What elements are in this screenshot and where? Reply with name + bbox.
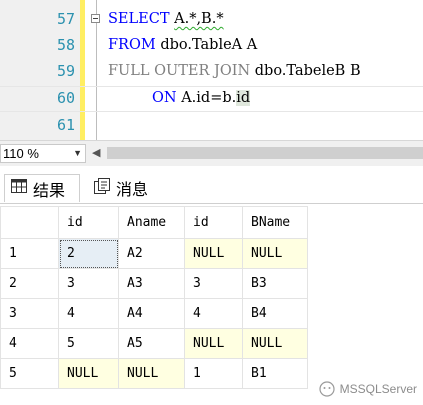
row-number[interactable]: 1	[0, 238, 59, 269]
zoom-dropdown[interactable]: 110 % ▼	[0, 144, 86, 163]
line-number: 57	[56, 10, 75, 28]
on-expression: A.id=b.	[181, 90, 237, 106]
tab-results-label: 结果	[33, 182, 66, 200]
keyword-select: SELECT	[108, 11, 170, 27]
watermark-text: MSSQLServer	[339, 382, 417, 396]
table-cell[interactable]: 3	[58, 268, 119, 299]
horizontal-scrollbar[interactable]	[107, 147, 423, 159]
row-header-corner[interactable]	[0, 206, 59, 239]
row-number[interactable]: 2	[0, 268, 59, 299]
column-header[interactable]: BName	[242, 206, 308, 239]
results-table: id Aname id BName 1 2 A2 NULL NULL 2 3 A…	[0, 206, 308, 389]
wechat-logo-icon	[319, 381, 335, 397]
table-row: 3 4 A4 4 B4	[0, 298, 308, 329]
code-line: 59 FULL OUTER JOIN dbo.TabeleB B	[0, 60, 423, 86]
code-line: 61	[0, 114, 423, 140]
line-number: 60	[56, 89, 75, 107]
chevron-down-icon[interactable]: ▼	[73, 145, 82, 162]
table-cell[interactable]: 2	[58, 238, 119, 269]
messages-icon	[94, 177, 110, 199]
tab-messages[interactable]: 消息	[88, 174, 174, 202]
results-tabs: 结果 消息	[0, 170, 423, 204]
watermark: MSSQLServer	[319, 381, 417, 397]
row-number[interactable]: 5	[0, 358, 59, 389]
code-line: 57 SELECT A.*,B.*	[0, 8, 423, 34]
table-cell[interactable]: NULL	[118, 358, 185, 389]
tab-results[interactable]: 结果	[4, 174, 80, 202]
code-line: 58 FROM dbo.TableA A	[0, 34, 423, 60]
table-row: 1 2 A2 NULL NULL	[0, 238, 308, 269]
grid-icon	[11, 179, 27, 198]
table-cell[interactable]: 5	[58, 328, 119, 359]
table-row: 4 5 A5 NULL NULL	[0, 328, 308, 359]
table-cell[interactable]: NULL	[184, 328, 243, 359]
from-table: dbo.TableA A	[160, 37, 258, 53]
table-cell[interactable]: A3	[118, 268, 185, 299]
table-cell[interactable]: NULL	[242, 238, 308, 269]
select-columns: A.*,B.*	[174, 11, 224, 27]
table-cell[interactable]: B3	[242, 268, 308, 299]
table-cell[interactable]: B1	[242, 358, 308, 389]
header-row: id Aname id BName	[0, 206, 308, 239]
current-code-line: 60 ON A.id=b.id	[0, 86, 423, 112]
scroll-left-icon[interactable]: ◀	[92, 146, 100, 159]
column-header[interactable]: Aname	[118, 206, 185, 239]
tab-messages-label: 消息	[116, 182, 149, 199]
keyword-on: ON	[152, 90, 177, 106]
on-expression-highlight: id	[236, 90, 251, 106]
table-row: 2 3 A3 3 B3	[0, 268, 308, 299]
table-cell[interactable]: 4	[184, 298, 243, 329]
table-cell[interactable]: NULL	[242, 328, 308, 359]
table-cell[interactable]: 4	[58, 298, 119, 329]
column-header[interactable]: id	[184, 206, 243, 239]
table-cell[interactable]: 1	[184, 358, 243, 389]
sql-editor[interactable]: 57 SELECT A.*,B.* 58 FROM dbo.TableA A 5…	[0, 0, 423, 140]
zoom-value: 110 %	[3, 146, 39, 161]
table-cell[interactable]: B4	[242, 298, 308, 329]
table-row: 5 NULL NULL 1 B1	[0, 358, 308, 389]
table-cell[interactable]: 3	[184, 268, 243, 299]
results-grid[interactable]: id Aname id BName 1 2 A2 NULL NULL 2 3 A…	[0, 206, 423, 405]
line-number: 59	[56, 62, 75, 80]
row-number[interactable]: 3	[0, 298, 59, 329]
join-table: dbo.TabeleB B	[254, 63, 361, 79]
line-number: 58	[56, 36, 75, 54]
keyword-full-outer-join: FULL OUTER JOIN	[108, 63, 251, 79]
table-cell[interactable]: NULL	[184, 238, 243, 269]
table-cell[interactable]: NULL	[58, 358, 119, 389]
table-cell[interactable]: A4	[118, 298, 185, 329]
column-header[interactable]: id	[58, 206, 119, 239]
line-number: 61	[56, 116, 75, 134]
table-cell[interactable]: A5	[118, 328, 185, 359]
table-cell[interactable]: A2	[118, 238, 185, 269]
keyword-from: FROM	[108, 37, 156, 53]
editor-status-bar: 110 % ▼ ◀	[0, 140, 423, 166]
collapse-toggle-icon[interactable]	[91, 14, 100, 23]
row-number[interactable]: 4	[0, 328, 59, 359]
